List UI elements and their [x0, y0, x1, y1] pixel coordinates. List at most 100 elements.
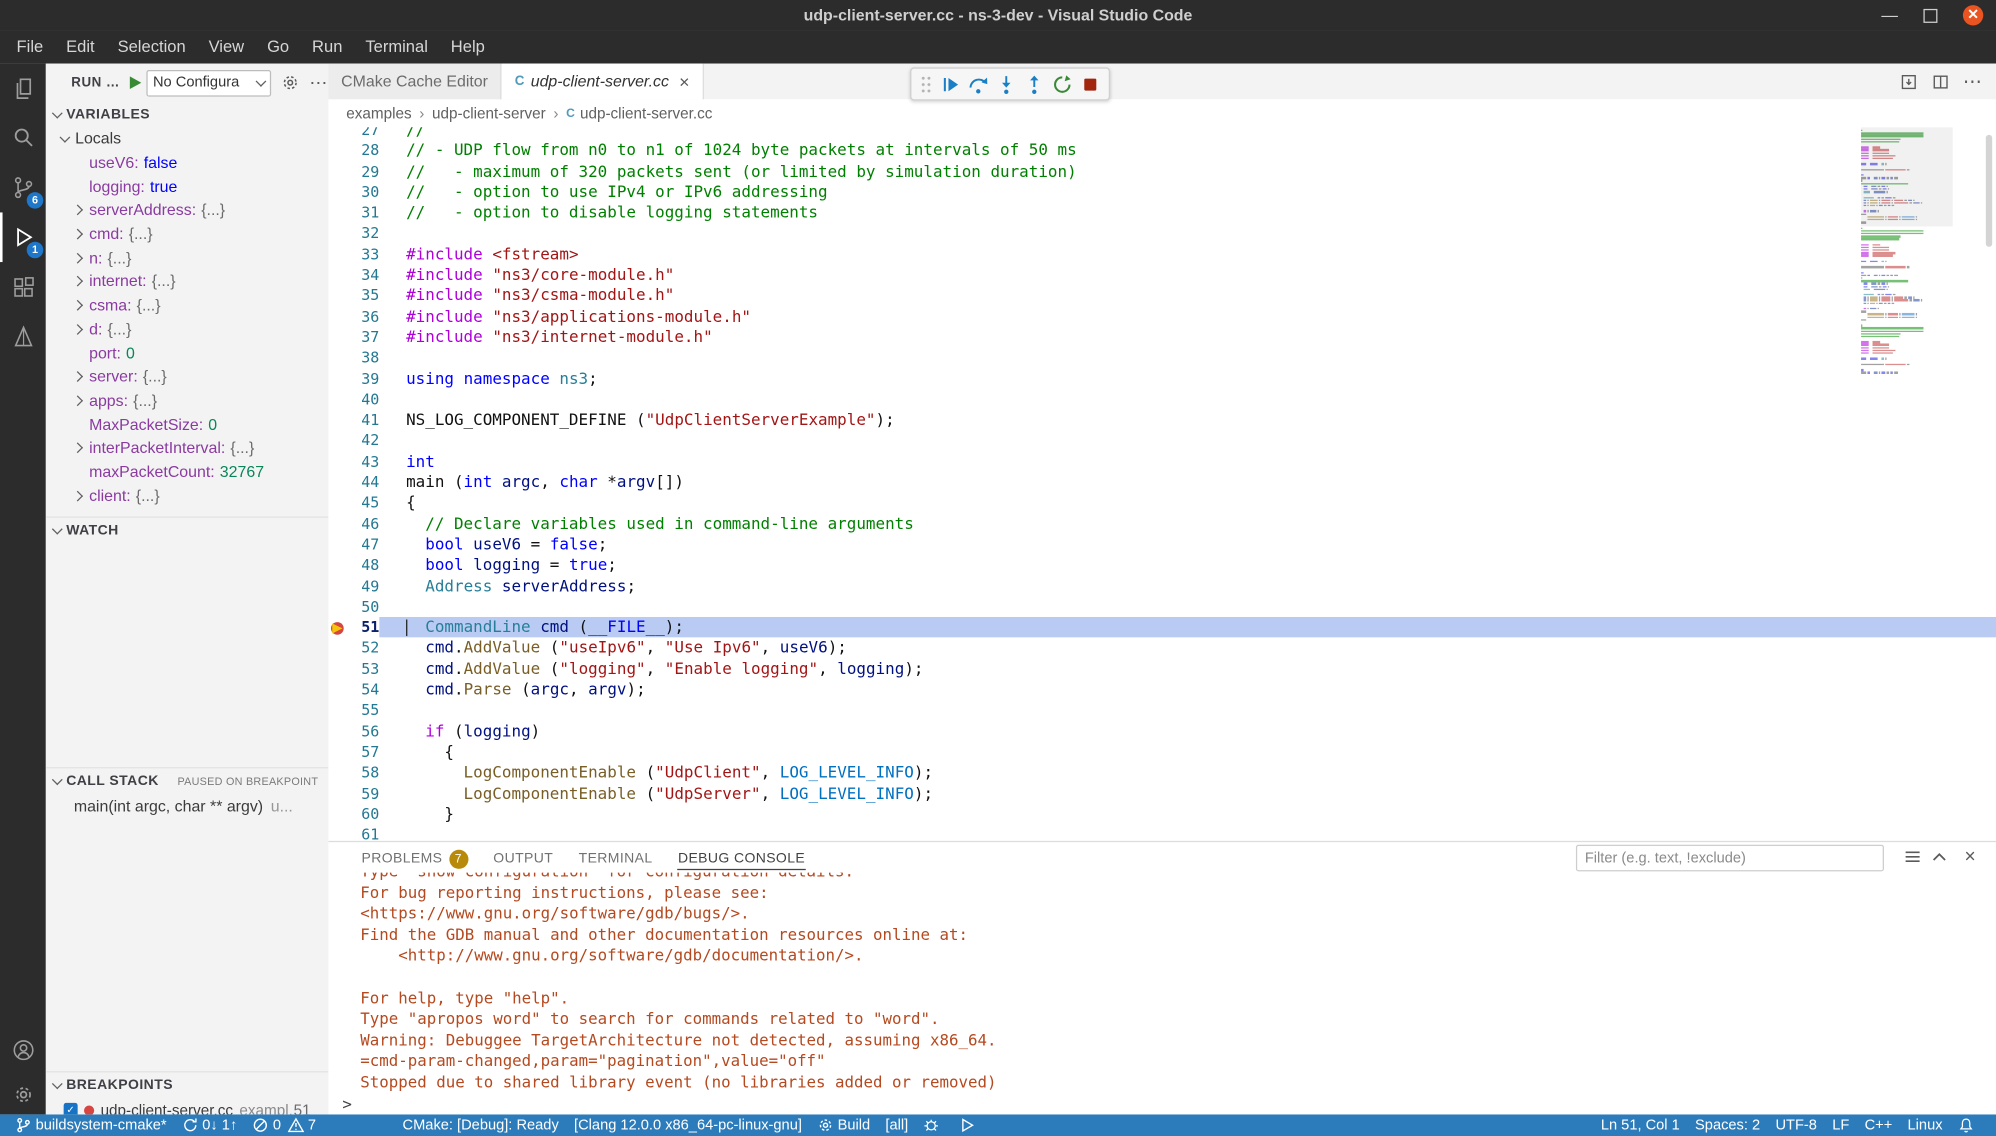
- status-cmake-target[interactable]: [all]: [878, 1114, 916, 1136]
- code-line[interactable]: 36#include "ns3/applications-module.h": [328, 306, 1996, 327]
- start-debugging-icon[interactable]: [130, 76, 141, 89]
- expand-chevron-icon[interactable]: [74, 302, 89, 310]
- code-line[interactable]: 37#include "ns3/internet-module.h": [328, 327, 1996, 348]
- code-line[interactable]: 33#include <fstream>: [328, 244, 1996, 265]
- code-editor[interactable]: 27//28// - UDP flow from n0 to n1 of 102…: [328, 127, 1996, 841]
- menu-view[interactable]: View: [197, 31, 255, 64]
- breakpoints-header[interactable]: BREAKPOINTS: [46, 1071, 329, 1098]
- breadcrumb-udp-client-server[interactable]: udp-client-server: [432, 104, 546, 122]
- maximize-button[interactable]: [1923, 8, 1937, 22]
- close-tab-icon[interactable]: ×: [679, 73, 689, 91]
- expand-chevron-icon[interactable]: [74, 492, 89, 500]
- code-line[interactable]: 27//: [328, 127, 1996, 140]
- code-line[interactable]: 47 bool useV6 = false;: [328, 534, 1996, 555]
- maximize-panel-icon[interactable]: [1930, 847, 1949, 866]
- console-filter-input[interactable]: [1576, 845, 1884, 872]
- variable-row[interactable]: port:0: [46, 341, 329, 365]
- code-line[interactable]: 61: [328, 824, 1996, 840]
- status-cmake-launch[interactable]: [951, 1114, 987, 1136]
- menu-terminal[interactable]: Terminal: [354, 31, 439, 64]
- variable-row[interactable]: d:{...}: [46, 317, 329, 341]
- open-editors-icon[interactable]: [1899, 72, 1918, 91]
- restart-icon[interactable]: [1048, 70, 1076, 98]
- step-out-icon[interactable]: [1020, 70, 1048, 98]
- code-line[interactable]: 59 LogComponentEnable ("UdpServer", LOG_…: [328, 783, 1996, 804]
- debug-console-output[interactable]: Type "show configuration" for configurat…: [328, 873, 1996, 1092]
- status-cmake-kit[interactable]: [Clang 12.0.0 x86_64-pc-linux-gnu]: [566, 1114, 809, 1136]
- variable-row[interactable]: interPacketInterval:{...}: [46, 436, 329, 460]
- tab-debug-console[interactable]: DEBUG CONSOLE: [677, 845, 807, 869]
- split-editor-icon[interactable]: [1931, 72, 1950, 91]
- code-line[interactable]: 52 cmd.AddValue ("useIpv6", "Use Ipv6", …: [328, 638, 1996, 659]
- menu-go[interactable]: Go: [256, 31, 301, 64]
- expand-chevron-icon[interactable]: [74, 278, 89, 286]
- status-encoding[interactable]: UTF-8: [1768, 1114, 1825, 1136]
- code-line[interactable]: 46 // Declare variables used in command-…: [328, 513, 1996, 534]
- variable-row[interactable]: internet:{...}: [46, 270, 329, 294]
- minimap-slider[interactable]: [1861, 127, 1953, 226]
- status-eol[interactable]: LF: [1825, 1114, 1857, 1136]
- status-language[interactable]: C++: [1857, 1114, 1900, 1136]
- expand-chevron-icon[interactable]: [74, 373, 89, 381]
- code-line[interactable]: 58 LogComponentEnable ("UdpClient", LOG_…: [328, 762, 1996, 783]
- status-cmake-status[interactable]: CMake: [Debug]: Ready: [395, 1114, 567, 1136]
- launch-configuration-dropdown[interactable]: No Configura: [147, 69, 272, 96]
- watch-header[interactable]: WATCH: [46, 516, 329, 543]
- menu-selection[interactable]: Selection: [106, 31, 197, 64]
- continue-icon[interactable]: [936, 70, 964, 98]
- code-line[interactable]: 32: [328, 223, 1996, 244]
- step-into-icon[interactable]: [992, 70, 1020, 98]
- code-line[interactable]: 35#include "ns3/csma-module.h": [328, 285, 1996, 306]
- more-actions-icon[interactable]: ⋯: [1963, 70, 1983, 93]
- more-actions-icon[interactable]: ⋯: [309, 72, 328, 94]
- expand-chevron-icon[interactable]: [74, 230, 89, 238]
- code-line[interactable]: 41NS_LOG_COMPONENT_DEFINE ("UdpClientSer…: [328, 410, 1996, 431]
- close-panel-icon[interactable]: ×: [1964, 847, 1975, 866]
- code-line[interactable]: 42: [328, 431, 1996, 452]
- status-cmake-build[interactable]: Build: [810, 1114, 878, 1136]
- status-git-sync[interactable]: 0↓ 1↑: [174, 1114, 245, 1136]
- debug-console-input[interactable]: >: [328, 1091, 1996, 1114]
- code-line[interactable]: 30// - option to use IPv4 or IPv6 addres…: [328, 182, 1996, 203]
- configure-gear-icon[interactable]: [281, 74, 299, 92]
- code-line[interactable]: 48 bool logging = true;: [328, 555, 1996, 576]
- console-options-icon[interactable]: [1903, 847, 1922, 866]
- status-notifications[interactable]: [1950, 1114, 1986, 1136]
- variable-row[interactable]: n:{...}: [46, 246, 329, 270]
- code-line[interactable]: 43int: [328, 451, 1996, 472]
- code-line[interactable]: 54 cmd.Parse (argc, argv);: [328, 679, 1996, 700]
- variables-header[interactable]: VARIABLES: [46, 102, 329, 127]
- stop-icon[interactable]: [1076, 70, 1104, 98]
- expand-chevron-icon[interactable]: [74, 397, 89, 405]
- code-line[interactable]: 39using namespace ns3;: [328, 368, 1996, 389]
- code-line[interactable]: 56 if (logging): [328, 721, 1996, 742]
- minimap[interactable]: [1861, 127, 1953, 422]
- code-line[interactable]: 55: [328, 700, 1996, 721]
- cmake-tools-icon[interactable]: [0, 312, 46, 362]
- status-cursor-position[interactable]: Ln 51, Col 1: [1593, 1114, 1687, 1136]
- variable-row[interactable]: maxPacketCount:32767: [46, 460, 329, 484]
- variable-row[interactable]: apps:{...}: [46, 389, 329, 413]
- code-line[interactable]: 60 }: [328, 804, 1996, 825]
- tab-terminal[interactable]: TERMINAL: [577, 846, 653, 869]
- menu-edit[interactable]: Edit: [55, 31, 106, 64]
- code-line[interactable]: 45{: [328, 493, 1996, 514]
- account-icon[interactable]: [0, 1025, 46, 1075]
- code-line[interactable]: 50: [328, 596, 1996, 617]
- code-line[interactable]: 34#include "ns3/core-module.h": [328, 265, 1996, 286]
- variable-row[interactable]: useV6:false: [46, 151, 329, 175]
- code-line[interactable]: 38: [328, 348, 1996, 369]
- breakpoint-checkbox[interactable]: ✓: [64, 1103, 78, 1114]
- call-stack-header[interactable]: CALL STACK PAUSED ON BREAKPOINT: [46, 767, 329, 794]
- drag-handle-icon[interactable]: [920, 75, 931, 93]
- code-line[interactable]: 53 cmd.AddValue ("logging", "Enable logg…: [328, 659, 1996, 680]
- expand-chevron-icon[interactable]: [74, 254, 89, 262]
- tab-problems[interactable]: PROBLEMS7: [360, 844, 469, 871]
- vertical-scrollbar[interactable]: [1986, 135, 1992, 247]
- run-and-debug-icon[interactable]: 1: [0, 212, 46, 262]
- menu-help[interactable]: Help: [439, 31, 496, 64]
- explorer-icon[interactable]: [0, 64, 46, 114]
- code-line[interactable]: 51 CommandLine cmd (__FILE__);: [328, 617, 1996, 638]
- variable-row[interactable]: client:{...}: [46, 484, 329, 508]
- code-line[interactable]: 28// - UDP flow from n0 to n1 of 1024 by…: [328, 140, 1996, 161]
